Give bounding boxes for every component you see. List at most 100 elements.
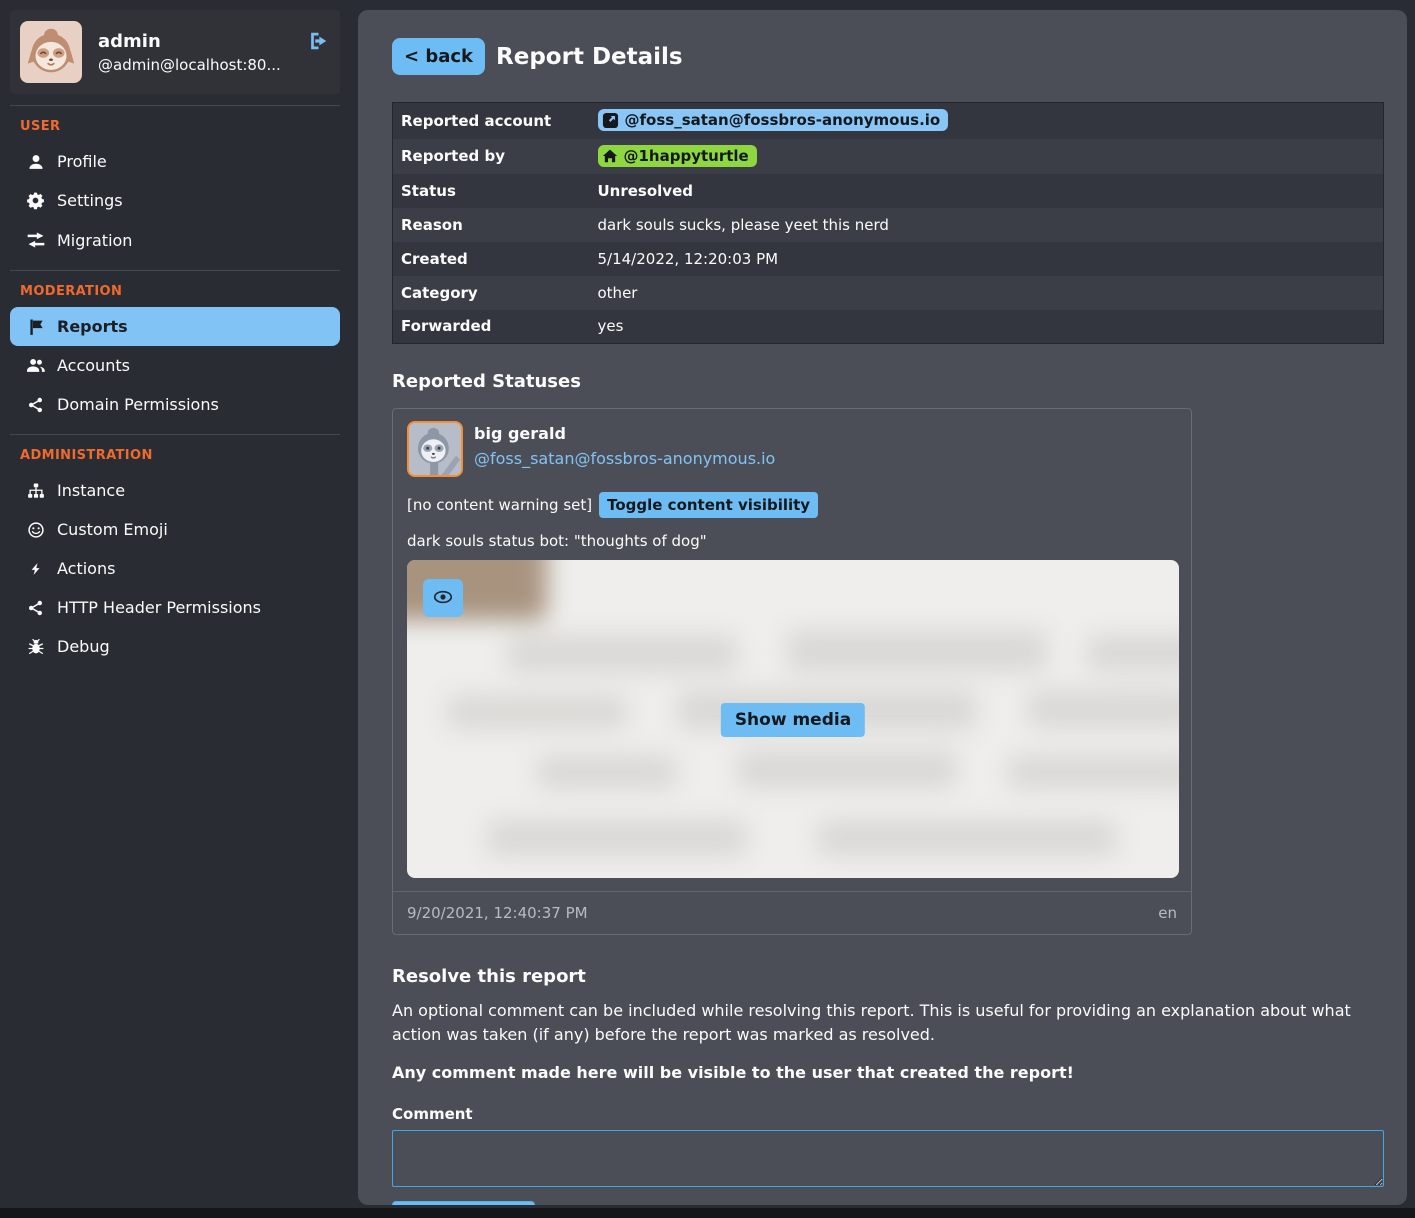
user-handle: @admin@localhost:80... [98, 56, 281, 74]
sidebar-item-label: Migration [57, 231, 132, 250]
table-row-created: Created 5/14/2022, 12:20:03 PM [393, 242, 1384, 276]
avatar [20, 21, 82, 83]
section-label: MODERATION [20, 284, 340, 299]
sidebar-item-label: Domain Permissions [57, 395, 219, 414]
sidebar-item-custom-emoji[interactable]: Custom Emoji [10, 510, 340, 549]
row-label: Reason [393, 208, 590, 242]
username: admin [98, 31, 281, 52]
external-link-icon [602, 112, 619, 129]
row-label: Reported account [393, 103, 590, 139]
sidebar-item-http-header-permissions[interactable]: HTTP Header Permissions [10, 588, 340, 627]
resolve-report-heading: Resolve this report [392, 966, 1373, 987]
sidebar-item-actions[interactable]: Actions [10, 549, 340, 588]
user-icon [25, 153, 46, 171]
resolve-warning: Any comment made here will be visible to… [392, 1063, 1373, 1082]
status-media-attachment: Show media [407, 560, 1179, 878]
sidebar: admin @admin@localhost:80... USER Profil [10, 10, 340, 666]
sidebar-item-reports[interactable]: Reports [10, 307, 340, 346]
reported-account-link[interactable]: @foss_satan@fossbros-anonymous.io [598, 109, 949, 131]
user-card: admin @admin@localhost:80... [10, 10, 340, 94]
section-label: ADMINISTRATION [20, 448, 340, 463]
sidebar-item-label: Reports [57, 317, 128, 336]
sidebar-item-label: Debug [57, 637, 110, 656]
bug-icon [25, 638, 46, 656]
status-author-avatar [407, 421, 463, 477]
status-language: en [1158, 904, 1177, 922]
smiley-icon [25, 521, 46, 539]
row-value: dark souls sucks, please yeet this nerd [590, 208, 1384, 242]
sidebar-section-user: USER Profile Settings [10, 105, 340, 260]
reporter-account-link[interactable]: @1happyturtle [598, 145, 757, 167]
table-row-reported-by: Reported by @1happyturtle [393, 139, 1384, 174]
content-warning-text: [no content warning set] [407, 496, 592, 514]
sidebar-item-label: Custom Emoji [57, 520, 168, 539]
sidebar-item-instance[interactable]: Instance [10, 471, 340, 510]
comment-input[interactable] [392, 1130, 1384, 1187]
row-label: Category [393, 276, 590, 310]
table-row-category: Category other [393, 276, 1384, 310]
row-value: yes [590, 310, 1384, 344]
reported-status-card: big gerald @foss_satan@fossbros-anonymou… [392, 408, 1192, 935]
sidebar-item-settings[interactable]: Settings [10, 181, 340, 220]
page-title: Report Details [496, 44, 683, 70]
gears-icon [25, 191, 46, 210]
report-details-table: Reported account @foss_satan@fossbros-an… [392, 102, 1384, 344]
reported-statuses-heading: Reported Statuses [392, 371, 1373, 392]
table-row-status: Status Unresolved [393, 174, 1384, 208]
sidebar-item-profile[interactable]: Profile [10, 142, 340, 181]
report-details-panel: < back Report Details Reported account [358, 10, 1407, 1205]
row-label: Created [393, 242, 590, 276]
status-author-handle[interactable]: @foss_satan@fossbros-anonymous.io [474, 449, 775, 468]
status-header: big gerald @foss_satan@fossbros-anonymou… [407, 421, 1177, 477]
flag-icon [25, 318, 46, 336]
content-warning-row: [no content warning set] Toggle content … [407, 492, 1177, 518]
sidebar-item-label: Profile [57, 152, 107, 171]
status-timestamp: 9/20/2021, 12:40:37 PM [407, 904, 588, 922]
sidebar-item-label: Instance [57, 481, 125, 500]
row-label: Status [393, 174, 590, 208]
resolve-description: An optional comment can be included whil… [392, 999, 1373, 1046]
sidebar-item-label: Accounts [57, 356, 130, 375]
sitemap-icon [25, 482, 46, 500]
row-value: 5/14/2022, 12:20:03 PM [590, 242, 1384, 276]
show-media-button[interactable]: Show media [721, 703, 865, 737]
share-nodes-icon [25, 599, 46, 617]
sidebar-item-accounts[interactable]: Accounts [10, 346, 340, 385]
status-body-text: dark souls status bot: "thoughts of dog" [407, 532, 1177, 550]
sidebar-item-domain-permissions[interactable]: Domain Permissions [10, 385, 340, 424]
admin-settings-page: admin @admin@localhost:80... USER Profil [0, 0, 1415, 1208]
sidebar-item-debug[interactable]: Debug [10, 627, 340, 666]
sidebar-item-label: Settings [57, 191, 123, 210]
toggle-content-visibility-button[interactable]: Toggle content visibility [599, 492, 818, 518]
row-label: Forwarded [393, 310, 590, 344]
share-nodes-icon [25, 396, 46, 414]
hide-media-eye-button[interactable] [423, 579, 463, 617]
table-row-forwarded: Forwarded yes [393, 310, 1384, 344]
row-value: Unresolved [590, 174, 1384, 208]
reporter-handle: @1happyturtle [624, 147, 749, 165]
status-author: big gerald @foss_satan@fossbros-anonymou… [474, 421, 775, 468]
reported-account-handle: @foss_satan@fossbros-anonymous.io [625, 111, 941, 129]
migration-arrows-icon [25, 230, 46, 250]
row-value: @foss_satan@fossbros-anonymous.io [590, 103, 1384, 139]
comment-label: Comment [392, 1105, 1373, 1123]
row-value: @1happyturtle [590, 139, 1384, 174]
sidebar-section-administration: ADMINISTRATION Instance [10, 434, 340, 666]
eye-icon [431, 586, 455, 611]
table-row-reported-account: Reported account @foss_satan@fossbros-an… [393, 103, 1384, 139]
back-button[interactable]: < back [392, 38, 485, 75]
sidebar-section-moderation: MODERATION Reports Accounts [10, 270, 340, 424]
logout-icon[interactable] [306, 30, 330, 56]
row-label: Reported by [393, 139, 590, 174]
house-icon [602, 148, 618, 164]
table-row-reason: Reason dark souls sucks, please yeet thi… [393, 208, 1384, 242]
resolve-button[interactable]: Resolve [392, 1201, 535, 1205]
row-value: other [590, 276, 1384, 310]
status-author-displayname: big gerald [474, 424, 775, 443]
status-footer: 9/20/2021, 12:40:37 PM en [393, 891, 1191, 934]
user-identity: admin @admin@localhost:80... [98, 31, 281, 74]
sidebar-item-label: Actions [57, 559, 115, 578]
bolt-icon [25, 560, 46, 578]
page-header: < back Report Details [392, 38, 1373, 75]
sidebar-item-migration[interactable]: Migration [10, 220, 340, 260]
